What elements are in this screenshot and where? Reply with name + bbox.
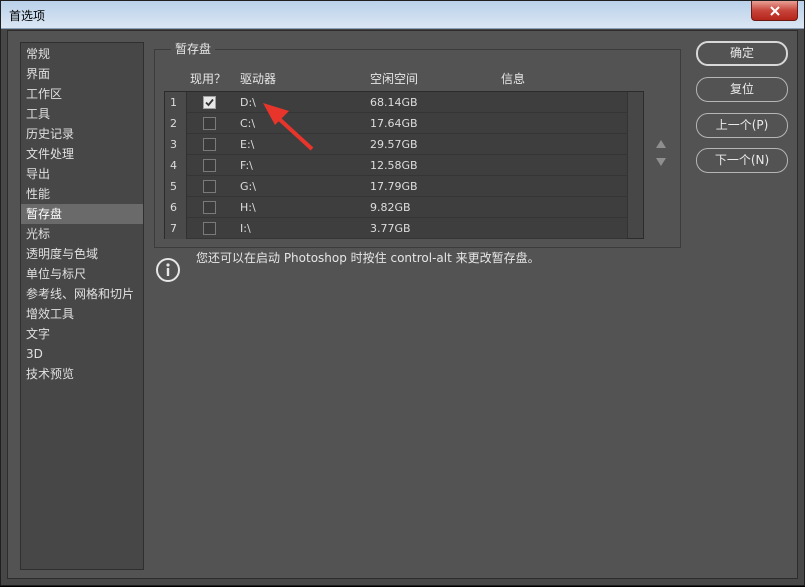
active-checkbox[interactable] — [203, 96, 216, 109]
category-list: 常规 界面 工作区 工具 历史记录 文件处理 导出 性能 暂存盘 光标 透明度与色域 单位与标尺 参考线… — [20, 42, 144, 570]
row-number: 4 — [165, 155, 187, 176]
drive-name: E:\ — [240, 138, 255, 151]
group-title: 暂存盘 — [171, 40, 216, 57]
column-header-drive: 驱动器 — [240, 72, 277, 86]
close-icon — [769, 5, 780, 16]
column-header-free: 空闲空间 — [370, 72, 419, 86]
sidebar-item[interactable]: 单位与标尺 — [21, 264, 143, 284]
drive-name: I:\ — [240, 222, 251, 235]
sidebar-item[interactable]: 导出 — [21, 164, 143, 184]
drive-name: H:\ — [240, 201, 256, 214]
sidebar-item[interactable]: 界面 — [21, 64, 143, 84]
preferences-window: 首选项 常规 界面 工作区 工具 历史记录 文件处理 导出 性能 暂存盘 光标 透明度与色域 单位与标… — [0, 0, 805, 586]
row-number: 2 — [165, 113, 187, 134]
column-header-info: 信息 — [501, 72, 526, 86]
row-number: 1 — [165, 92, 187, 113]
drive-name: D:\ — [240, 96, 256, 109]
sidebar-item[interactable]: 透明度与色域 — [21, 244, 143, 264]
active-checkbox[interactable] — [203, 180, 216, 193]
active-checkbox[interactable] — [203, 159, 216, 172]
free-space: 68.14GB — [370, 96, 418, 109]
close-button[interactable] — [751, 1, 798, 21]
table-row[interactable]: 4 F:\ 12.58GB — [165, 155, 627, 176]
free-space: 29.57GB — [370, 138, 418, 151]
sidebar-item[interactable]: 性能 — [21, 184, 143, 204]
sidebar-item[interactable]: 工作区 — [21, 84, 143, 104]
sidebar-item[interactable]: 文件处理 — [21, 144, 143, 164]
sidebar-item[interactable]: 常规 — [21, 44, 143, 64]
dialog-content: 常规 界面 工作区 工具 历史记录 文件处理 导出 性能 暂存盘 光标 透明度与色域 单位与标尺 参考线… — [7, 30, 798, 579]
sidebar-item[interactable]: 工具 — [21, 104, 143, 124]
triangle-up-icon[interactable] — [655, 138, 667, 150]
table-row[interactable]: 5 G:\ 17.79GB — [165, 176, 627, 197]
scratch-disk-table: 1 D:\ 68.14GB 2 C:\ 17.64GB 3 E:\ 29.57GB 4 F:\ 12.… — [164, 91, 644, 239]
row-number: 7 — [165, 218, 187, 239]
drive-name: F:\ — [240, 159, 253, 172]
row-number: 5 — [165, 176, 187, 197]
free-space: 17.79GB — [370, 180, 418, 193]
sidebar-item[interactable]: 增效工具 — [21, 304, 143, 324]
checkmark-icon — [205, 98, 214, 107]
table-row[interactable]: 6 H:\ 9.82GB — [165, 197, 627, 218]
ok-button[interactable]: 确定 — [696, 41, 788, 66]
sidebar-item[interactable]: 文字 — [21, 324, 143, 344]
row-number: 3 — [165, 134, 187, 155]
next-button[interactable]: 下一个(N) — [696, 148, 788, 173]
sidebar-item[interactable]: 历史记录 — [21, 124, 143, 144]
active-checkbox[interactable] — [203, 222, 216, 235]
active-checkbox[interactable] — [203, 201, 216, 214]
table-row[interactable]: 1 D:\ 68.14GB — [165, 92, 627, 113]
window-title: 首选项 — [9, 9, 46, 23]
reset-button[interactable]: 复位 — [696, 77, 788, 102]
sidebar-item[interactable]: 技术预览 — [21, 364, 143, 384]
sidebar-item[interactable]: 暂存盘 — [21, 204, 143, 224]
active-checkbox[interactable] — [203, 138, 216, 151]
sidebar-item[interactable]: 参考线、网格和切片 — [21, 284, 143, 304]
row-number: 6 — [165, 197, 187, 218]
table-row[interactable]: 7 I:\ 3.77GB — [165, 218, 627, 239]
free-space: 3.77GB — [370, 222, 411, 235]
sidebar-item[interactable]: 光标 — [21, 224, 143, 244]
title-bar: 首选项 — [1, 1, 804, 29]
free-space: 17.64GB — [370, 117, 418, 130]
table-row[interactable]: 3 E:\ 29.57GB — [165, 134, 627, 155]
free-space: 12.58GB — [370, 159, 418, 172]
free-space: 9.82GB — [370, 201, 411, 214]
active-checkbox[interactable] — [203, 117, 216, 130]
info-icon — [156, 258, 180, 282]
table-row[interactable]: 2 C:\ 17.64GB — [165, 113, 627, 134]
column-header-active: 现用？ — [190, 72, 227, 86]
table-scrollbar[interactable] — [627, 92, 643, 238]
drive-name: G:\ — [240, 180, 256, 193]
previous-button[interactable]: 上一个(P) — [696, 113, 788, 138]
sidebar-item[interactable]: 3D — [21, 344, 143, 364]
drive-name: C:\ — [240, 117, 256, 130]
info-text: 您还可以在启动 Photoshop 时按住 control-alt 来更改暂存盘… — [196, 251, 540, 265]
triangle-down-icon[interactable] — [655, 156, 667, 168]
